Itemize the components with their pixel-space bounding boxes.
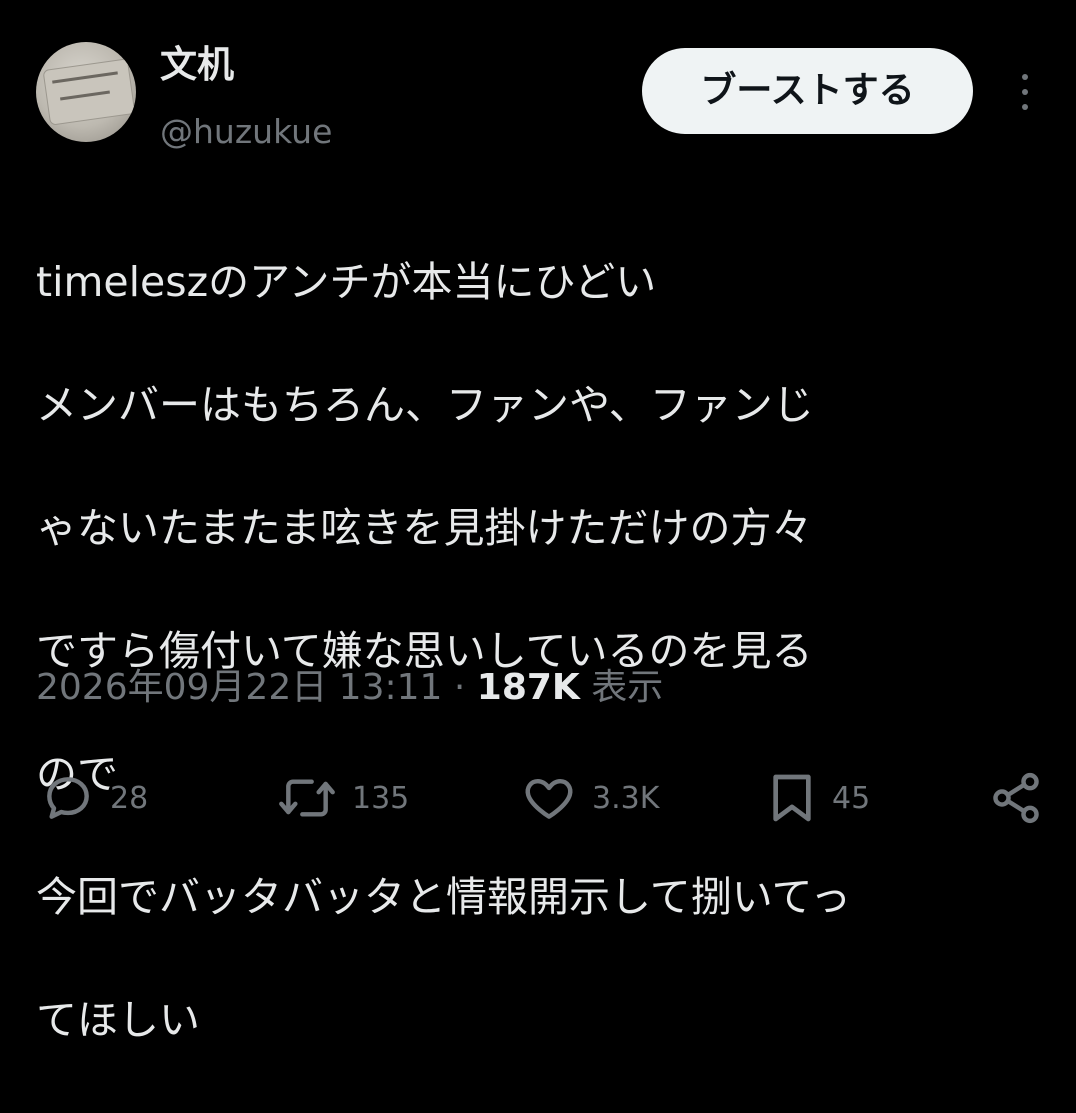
tweet-header: 文机 @huzukue ブーストする bbox=[36, 40, 1056, 151]
share-icon bbox=[993, 772, 1039, 824]
tweet-line: 今回でバッタバッタと情報開示して捌いてっ bbox=[36, 872, 852, 921]
views-count: 187K bbox=[476, 667, 580, 708]
like-count: 3.3K bbox=[592, 780, 660, 816]
action-bar: 28 135 3.3K 45 bbox=[0, 760, 1076, 836]
tweet-line: てほしい bbox=[36, 995, 200, 1044]
share-button[interactable] bbox=[988, 760, 1044, 836]
display-name[interactable]: 文机 bbox=[160, 40, 234, 90]
dot bbox=[1022, 74, 1028, 80]
bookmark-button[interactable]: 45 bbox=[766, 760, 870, 836]
reply-count: 28 bbox=[110, 780, 149, 816]
bookmark-icon bbox=[773, 774, 811, 822]
repost-button[interactable]: 135 bbox=[276, 760, 409, 836]
dot bbox=[1022, 104, 1028, 110]
tweet-line: メンバーはもちろん、ファンや、ファンじ bbox=[36, 380, 814, 429]
more-options-icon[interactable] bbox=[1012, 70, 1036, 114]
reply-button[interactable]: 28 bbox=[40, 760, 148, 836]
avatar-image bbox=[42, 58, 136, 126]
like-button[interactable]: 3.3K bbox=[520, 760, 659, 836]
user-handle[interactable]: @huzukue bbox=[160, 110, 332, 154]
reply-icon bbox=[47, 777, 89, 819]
meta-separator: · bbox=[442, 667, 477, 708]
tweet-line: ゃないたまたま呟きを見掛けただけの方々 bbox=[36, 503, 813, 552]
dot bbox=[1022, 89, 1028, 95]
tweet-meta: 2026年09月22日 13:11 · 187K 表示 bbox=[36, 660, 663, 716]
bookmark-count: 45 bbox=[832, 780, 871, 816]
tweet-text: timeleszのアンチが本当にひどい メンバーはもちろん、ファンや、ファンじ … bbox=[36, 190, 1046, 1113]
repost-count: 135 bbox=[352, 780, 410, 816]
timestamp[interactable]: 2026年09月22日 13:11 bbox=[36, 667, 442, 708]
boost-button[interactable]: ブーストする bbox=[642, 48, 973, 134]
avatar[interactable] bbox=[36, 42, 136, 142]
repost-icon bbox=[279, 779, 335, 817]
views-label: 表示 bbox=[579, 667, 664, 708]
tweet-line: timeleszのアンチが本当にひどい bbox=[36, 257, 657, 306]
heart-icon bbox=[525, 778, 573, 819]
